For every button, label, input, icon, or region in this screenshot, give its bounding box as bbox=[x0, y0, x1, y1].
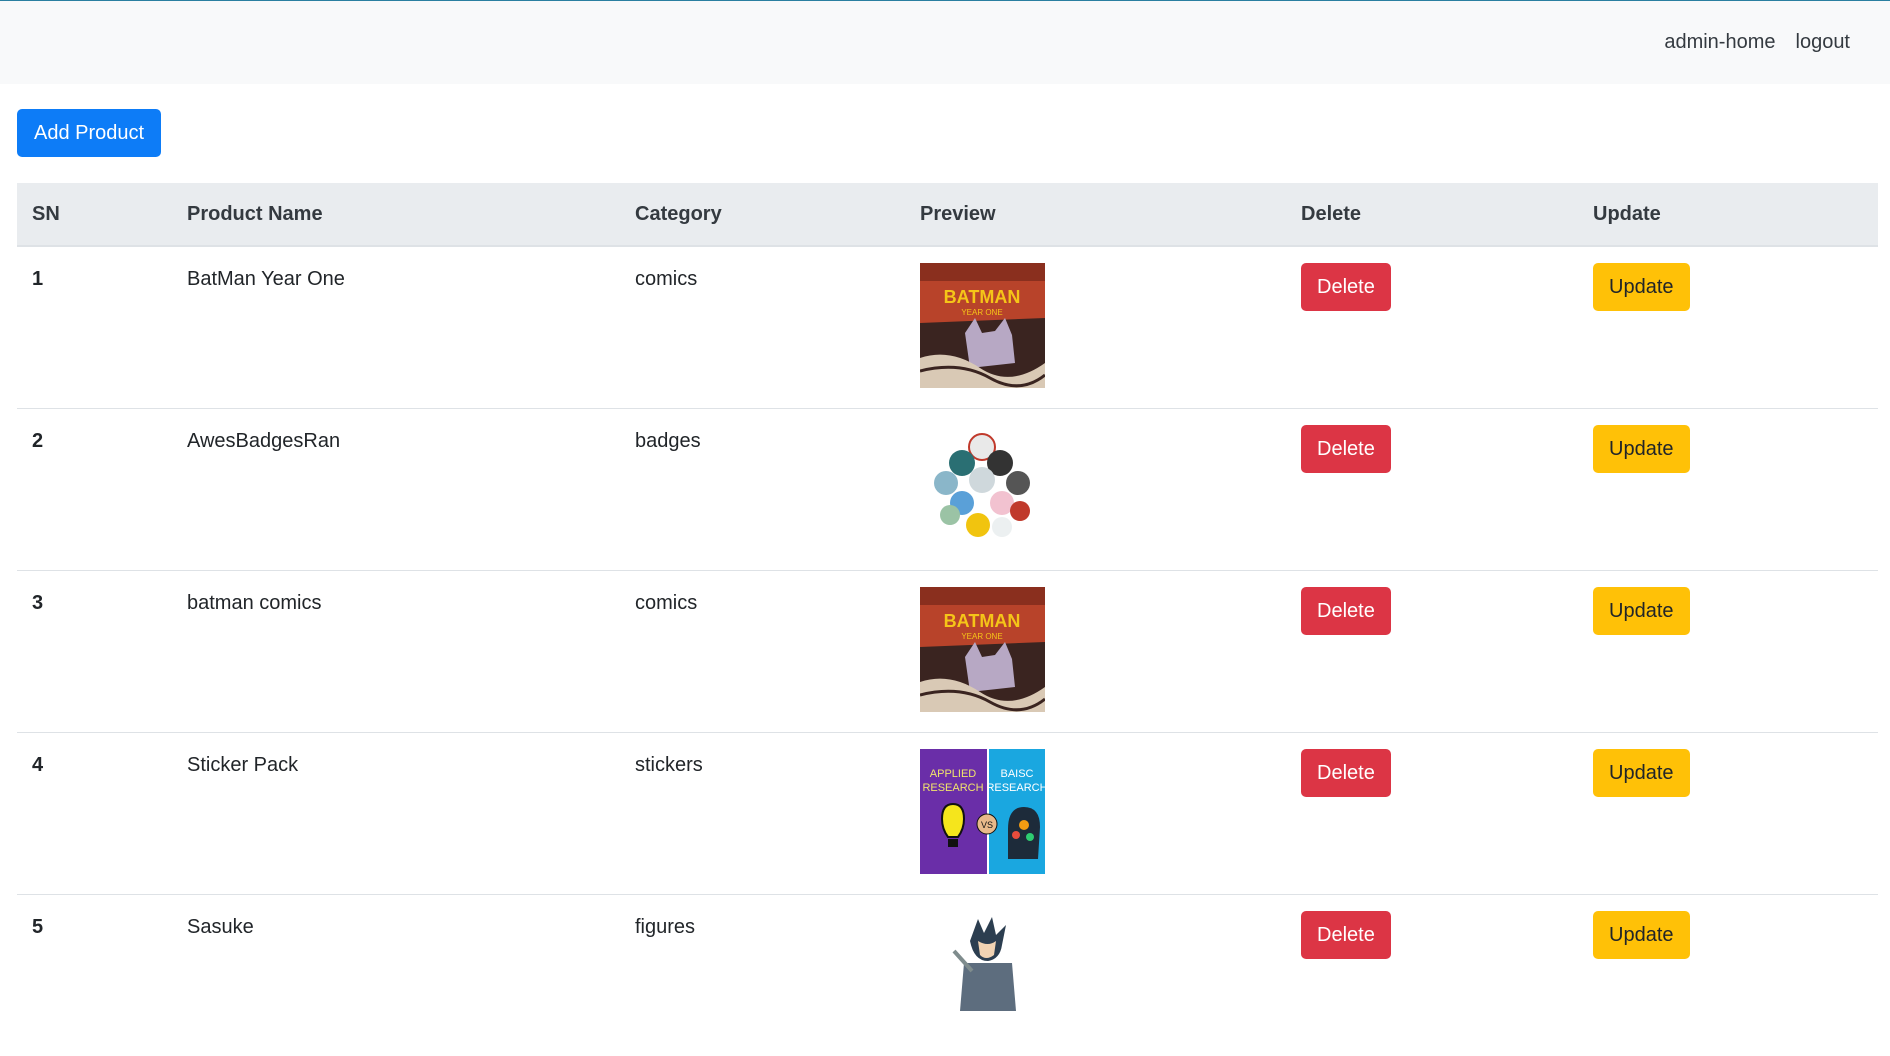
badges-image bbox=[920, 425, 1045, 550]
add-product-button[interactable]: Add Product bbox=[17, 109, 161, 157]
svg-text:RESEARCH: RESEARCH bbox=[922, 782, 983, 794]
header-product-name: Product Name bbox=[172, 183, 620, 246]
nav-logout-link[interactable]: logout bbox=[1796, 31, 1851, 54]
row-sn: 5 bbox=[17, 895, 172, 1056]
row-sn: 2 bbox=[17, 409, 172, 571]
row-preview-cell: APPLIED RESEARCH BAISC RESEARCH VS bbox=[905, 733, 1286, 895]
header-update: Update bbox=[1578, 183, 1878, 246]
row-preview-cell: BATMAN YEAR ONE bbox=[905, 246, 1286, 409]
table-row: 4 Sticker Pack stickers APPLIED RESEARCH… bbox=[17, 733, 1878, 895]
delete-button[interactable]: Delete bbox=[1301, 911, 1391, 959]
row-sn: 1 bbox=[17, 246, 172, 409]
table-header: SN Product Name Category Preview Delete … bbox=[17, 183, 1878, 246]
research-sticker-image: APPLIED RESEARCH BAISC RESEARCH VS bbox=[920, 749, 1045, 874]
update-button[interactable]: Update bbox=[1593, 749, 1690, 797]
row-product-name: Sticker Pack bbox=[172, 733, 620, 895]
update-button[interactable]: Update bbox=[1593, 587, 1690, 635]
row-preview-cell bbox=[905, 895, 1286, 1056]
batman-cover-image: BATMAN YEAR ONE bbox=[920, 587, 1045, 712]
navbar: admin-home logout bbox=[0, 1, 1890, 84]
row-update-cell: Update bbox=[1578, 571, 1878, 733]
row-delete-cell: Delete bbox=[1286, 733, 1578, 895]
header-delete: Delete bbox=[1286, 183, 1578, 246]
table-row: 1 BatMan Year One comics BATMAN YEAR ONE bbox=[17, 246, 1878, 409]
delete-button[interactable]: Delete bbox=[1301, 425, 1391, 473]
header-sn: SN bbox=[17, 183, 172, 246]
row-category: comics bbox=[620, 571, 905, 733]
row-preview-cell bbox=[905, 409, 1286, 571]
products-table: SN Product Name Category Preview Delete … bbox=[17, 183, 1878, 1056]
row-product-name: Sasuke bbox=[172, 895, 620, 1056]
svg-text:YEAR ONE: YEAR ONE bbox=[961, 632, 1002, 641]
row-category: stickers bbox=[620, 733, 905, 895]
svg-text:BATMAN: BATMAN bbox=[944, 611, 1021, 631]
update-button[interactable]: Update bbox=[1593, 425, 1690, 473]
row-sn: 3 bbox=[17, 571, 172, 733]
row-product-name: AwesBadgesRan bbox=[172, 409, 620, 571]
row-category: figures bbox=[620, 895, 905, 1056]
row-product-name: batman comics bbox=[172, 571, 620, 733]
row-category: badges bbox=[620, 409, 905, 571]
row-delete-cell: Delete bbox=[1286, 895, 1578, 1056]
svg-text:BATMAN: BATMAN bbox=[944, 287, 1021, 307]
svg-text:BAISC: BAISC bbox=[1000, 768, 1033, 780]
row-update-cell: Update bbox=[1578, 246, 1878, 409]
table-row: 5 Sasuke figures Delete Update bbox=[17, 895, 1878, 1056]
row-delete-cell: Delete bbox=[1286, 246, 1578, 409]
row-update-cell: Update bbox=[1578, 733, 1878, 895]
delete-button[interactable]: Delete bbox=[1301, 749, 1391, 797]
main-content: Add Product SN Product Name Category Pre… bbox=[0, 84, 1890, 1056]
update-button[interactable]: Update bbox=[1593, 263, 1690, 311]
table-row: 2 AwesBadgesRan badges bbox=[17, 409, 1878, 571]
svg-text:APPLIED: APPLIED bbox=[930, 768, 977, 780]
svg-text:VS: VS bbox=[981, 820, 993, 830]
delete-button[interactable]: Delete bbox=[1301, 587, 1391, 635]
row-update-cell: Update bbox=[1578, 895, 1878, 1056]
delete-button[interactable]: Delete bbox=[1301, 263, 1391, 311]
batman-cover-image: BATMAN YEAR ONE bbox=[920, 263, 1045, 388]
row-sn: 4 bbox=[17, 733, 172, 895]
row-delete-cell: Delete bbox=[1286, 571, 1578, 733]
update-button[interactable]: Update bbox=[1593, 911, 1690, 959]
svg-text:RESEARCH: RESEARCH bbox=[986, 782, 1045, 794]
header-preview: Preview bbox=[905, 183, 1286, 246]
row-category: comics bbox=[620, 246, 905, 409]
row-preview-cell: BATMAN YEAR ONE bbox=[905, 571, 1286, 733]
header-category: Category bbox=[620, 183, 905, 246]
row-update-cell: Update bbox=[1578, 409, 1878, 571]
sasuke-figure-image bbox=[920, 911, 1045, 1036]
svg-text:YEAR ONE: YEAR ONE bbox=[961, 308, 1002, 317]
row-delete-cell: Delete bbox=[1286, 409, 1578, 571]
table-row: 3 batman comics comics BATMAN YEAR ONE bbox=[17, 571, 1878, 733]
nav-admin-home-link[interactable]: admin-home bbox=[1664, 31, 1775, 54]
row-product-name: BatMan Year One bbox=[172, 246, 620, 409]
